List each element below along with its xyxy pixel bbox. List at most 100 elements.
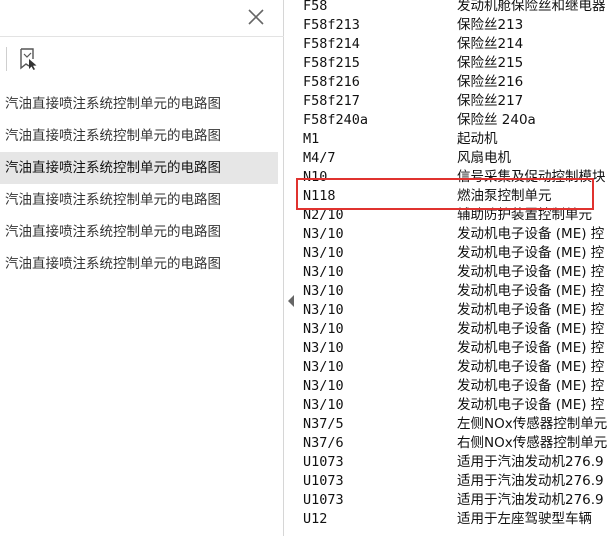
- component-code: N3/10: [303, 359, 344, 375]
- table-row: N3/10 发动机电子设备 (ME) 控: [298, 396, 613, 415]
- component-code: N3/10: [303, 397, 344, 413]
- component-description: 起动机: [457, 131, 498, 147]
- component-code: F58f216: [303, 74, 360, 90]
- component-code: N3/10: [303, 321, 344, 337]
- outline-item[interactable]: 汽油直接喷注系统控制单元的电路图: [0, 152, 278, 184]
- collapse-left-arrow-icon: [288, 295, 294, 307]
- component-description: 发动机电子设备 (ME) 控: [457, 321, 605, 337]
- component-code: F58f214: [303, 36, 360, 52]
- table-row: F58 发动机舱保险丝和继电器: [298, 0, 613, 16]
- component-description: 右侧NOx传感器控制单元: [457, 435, 608, 451]
- component-description: 发动机电子设备 (ME) 控: [457, 283, 605, 299]
- component-description: 左侧NOx传感器控制单元: [457, 416, 608, 432]
- component-code: N3/10: [303, 302, 344, 318]
- table-row: N3/10 发动机电子设备 (ME) 控: [298, 320, 613, 339]
- component-code: F58: [303, 0, 328, 14]
- table-row: F58f215 保险丝215: [298, 54, 613, 73]
- add-bookmark-button[interactable]: [15, 46, 41, 72]
- component-code: N3/10: [303, 340, 344, 356]
- outline-panel: 汽油直接喷注系统控制单元的电路图 汽油直接喷注系统控制单元的电路图 汽油直接喷注系统…: [0, 0, 284, 536]
- outline-item[interactable]: 汽油直接喷注系统控制单元的电路图: [0, 248, 278, 280]
- component-description: 发动机电子设备 (ME) 控: [457, 302, 605, 318]
- toolbar-separator: [0, 36, 284, 37]
- table-row: F58f217 保险丝217: [298, 92, 613, 111]
- table-row: U12 适用于左座驾驶型车辆: [298, 510, 613, 529]
- close-icon: [248, 9, 264, 25]
- table-row: F58f240a 保险丝 240a: [298, 111, 613, 130]
- component-description: 保险丝213: [457, 17, 524, 33]
- close-button[interactable]: [244, 5, 268, 29]
- table-row: N3/10 发动机电子设备 (ME) 控: [298, 282, 613, 301]
- component-description: 发动机电子设备 (ME) 控: [457, 226, 605, 242]
- table-row: N3/10 发动机电子设备 (ME) 控: [298, 301, 613, 320]
- component-description: 发动机舱保险丝和继电器: [457, 0, 606, 14]
- collapse-panel-button[interactable]: [287, 293, 295, 307]
- component-code: N2/10: [303, 207, 344, 223]
- document-page: F58 发动机舱保险丝和继电器 F58f213 保险丝213 F58f214 保险丝214…: [298, 0, 613, 536]
- component-description: 适用于汽油发动机276.9: [457, 473, 604, 489]
- component-description: 发动机电子设备 (ME) 控: [457, 340, 605, 356]
- table-row: U1073 适用于汽油发动机276.9: [298, 491, 613, 510]
- component-code: U1073: [303, 454, 344, 470]
- component-description: 发动机电子设备 (ME) 控: [457, 397, 605, 413]
- outline-item[interactable]: 汽油直接喷注系统控制单元的电路图: [0, 120, 278, 152]
- table-row: F58f214 保险丝214: [298, 35, 613, 54]
- table-row: N37/6 右侧NOx传感器控制单元: [298, 434, 613, 453]
- component-code: F58f213: [303, 17, 360, 33]
- component-description: 适用于汽油发动机276.9: [457, 454, 604, 470]
- table-row: N37/5 左侧NOx传感器控制单元: [298, 415, 613, 434]
- toolbar-divider: [6, 47, 7, 71]
- table-row: N10 信号采集及促动控制模块: [298, 168, 613, 187]
- outline-item[interactable]: 汽油直接喷注系统控制单元的电路图: [0, 184, 278, 216]
- component-description: 适用于左座驾驶型车辆: [457, 511, 592, 527]
- component-description: 保险丝 240a: [457, 112, 536, 128]
- component-description: 保险丝215: [457, 55, 524, 71]
- component-description: 保险丝217: [457, 93, 524, 109]
- table-row: M4/7 风扇电机: [298, 149, 613, 168]
- table-row: N3/10 发动机电子设备 (ME) 控: [298, 244, 613, 263]
- component-code: N37/5: [303, 416, 344, 432]
- component-description: 燃油泵控制单元: [457, 188, 552, 204]
- outline-item[interactable]: 汽油直接喷注系统控制单元的电路图: [0, 216, 278, 248]
- component-code: U1073: [303, 473, 344, 489]
- component-code: N118: [303, 188, 336, 204]
- component-code: M4/7: [303, 150, 336, 166]
- table-row: U1073 适用于汽油发动机276.9: [298, 453, 613, 472]
- component-description: 风扇电机: [457, 150, 511, 166]
- component-description: 保险丝216: [457, 74, 524, 90]
- table-row: N118 燃油泵控制单元: [298, 187, 613, 206]
- table-row: N3/10 发动机电子设备 (ME) 控: [298, 339, 613, 358]
- outline-item[interactable]: 汽油直接喷注系统控制单元的电路图: [0, 88, 278, 120]
- table-row: M1 起动机: [298, 130, 613, 149]
- table-row: F58f213 保险丝213: [298, 16, 613, 35]
- component-code: N3/10: [303, 245, 344, 261]
- table-row: N3/10 发动机电子设备 (ME) 控: [298, 358, 613, 377]
- component-code: F58f240a: [303, 112, 369, 128]
- table-row: N2/10 辅助防护装置控制单元: [298, 206, 613, 225]
- component-code: N37/6: [303, 435, 344, 451]
- component-code: N3/10: [303, 264, 344, 280]
- component-code: N3/10: [303, 283, 344, 299]
- table-row: N3/10 发动机电子设备 (ME) 控: [298, 263, 613, 282]
- component-description: 适用于汽油发动机276.9: [457, 492, 604, 508]
- component-code: M1: [303, 131, 320, 147]
- component-description: 发动机电子设备 (ME) 控: [457, 264, 605, 280]
- component-description: 发动机电子设备 (ME) 控: [457, 378, 605, 394]
- component-code: F58f217: [303, 93, 360, 109]
- component-description: 信号采集及促动控制模块: [457, 169, 606, 185]
- component-description: 保险丝214: [457, 36, 524, 52]
- component-code: U1073: [303, 492, 344, 508]
- component-code: N10: [303, 169, 328, 185]
- table-row: F58f216 保险丝216: [298, 73, 613, 92]
- bookmark-add-icon: [20, 48, 37, 70]
- component-code: N3/10: [303, 226, 344, 242]
- table-row: N3/10 发动机电子设备 (ME) 控: [298, 225, 613, 244]
- component-code: U12: [303, 511, 328, 527]
- component-description: 发动机电子设备 (ME) 控: [457, 245, 605, 261]
- component-code: N3/10: [303, 378, 344, 394]
- table-row: U1073 适用于汽油发动机276.9: [298, 472, 613, 491]
- component-code: F58f215: [303, 55, 360, 71]
- outline-list: 汽油直接喷注系统控制单元的电路图 汽油直接喷注系统控制单元的电路图 汽油直接喷注系统…: [0, 88, 284, 280]
- component-description: 发动机电子设备 (ME) 控: [457, 359, 605, 375]
- table-row: N3/10 发动机电子设备 (ME) 控: [298, 377, 613, 396]
